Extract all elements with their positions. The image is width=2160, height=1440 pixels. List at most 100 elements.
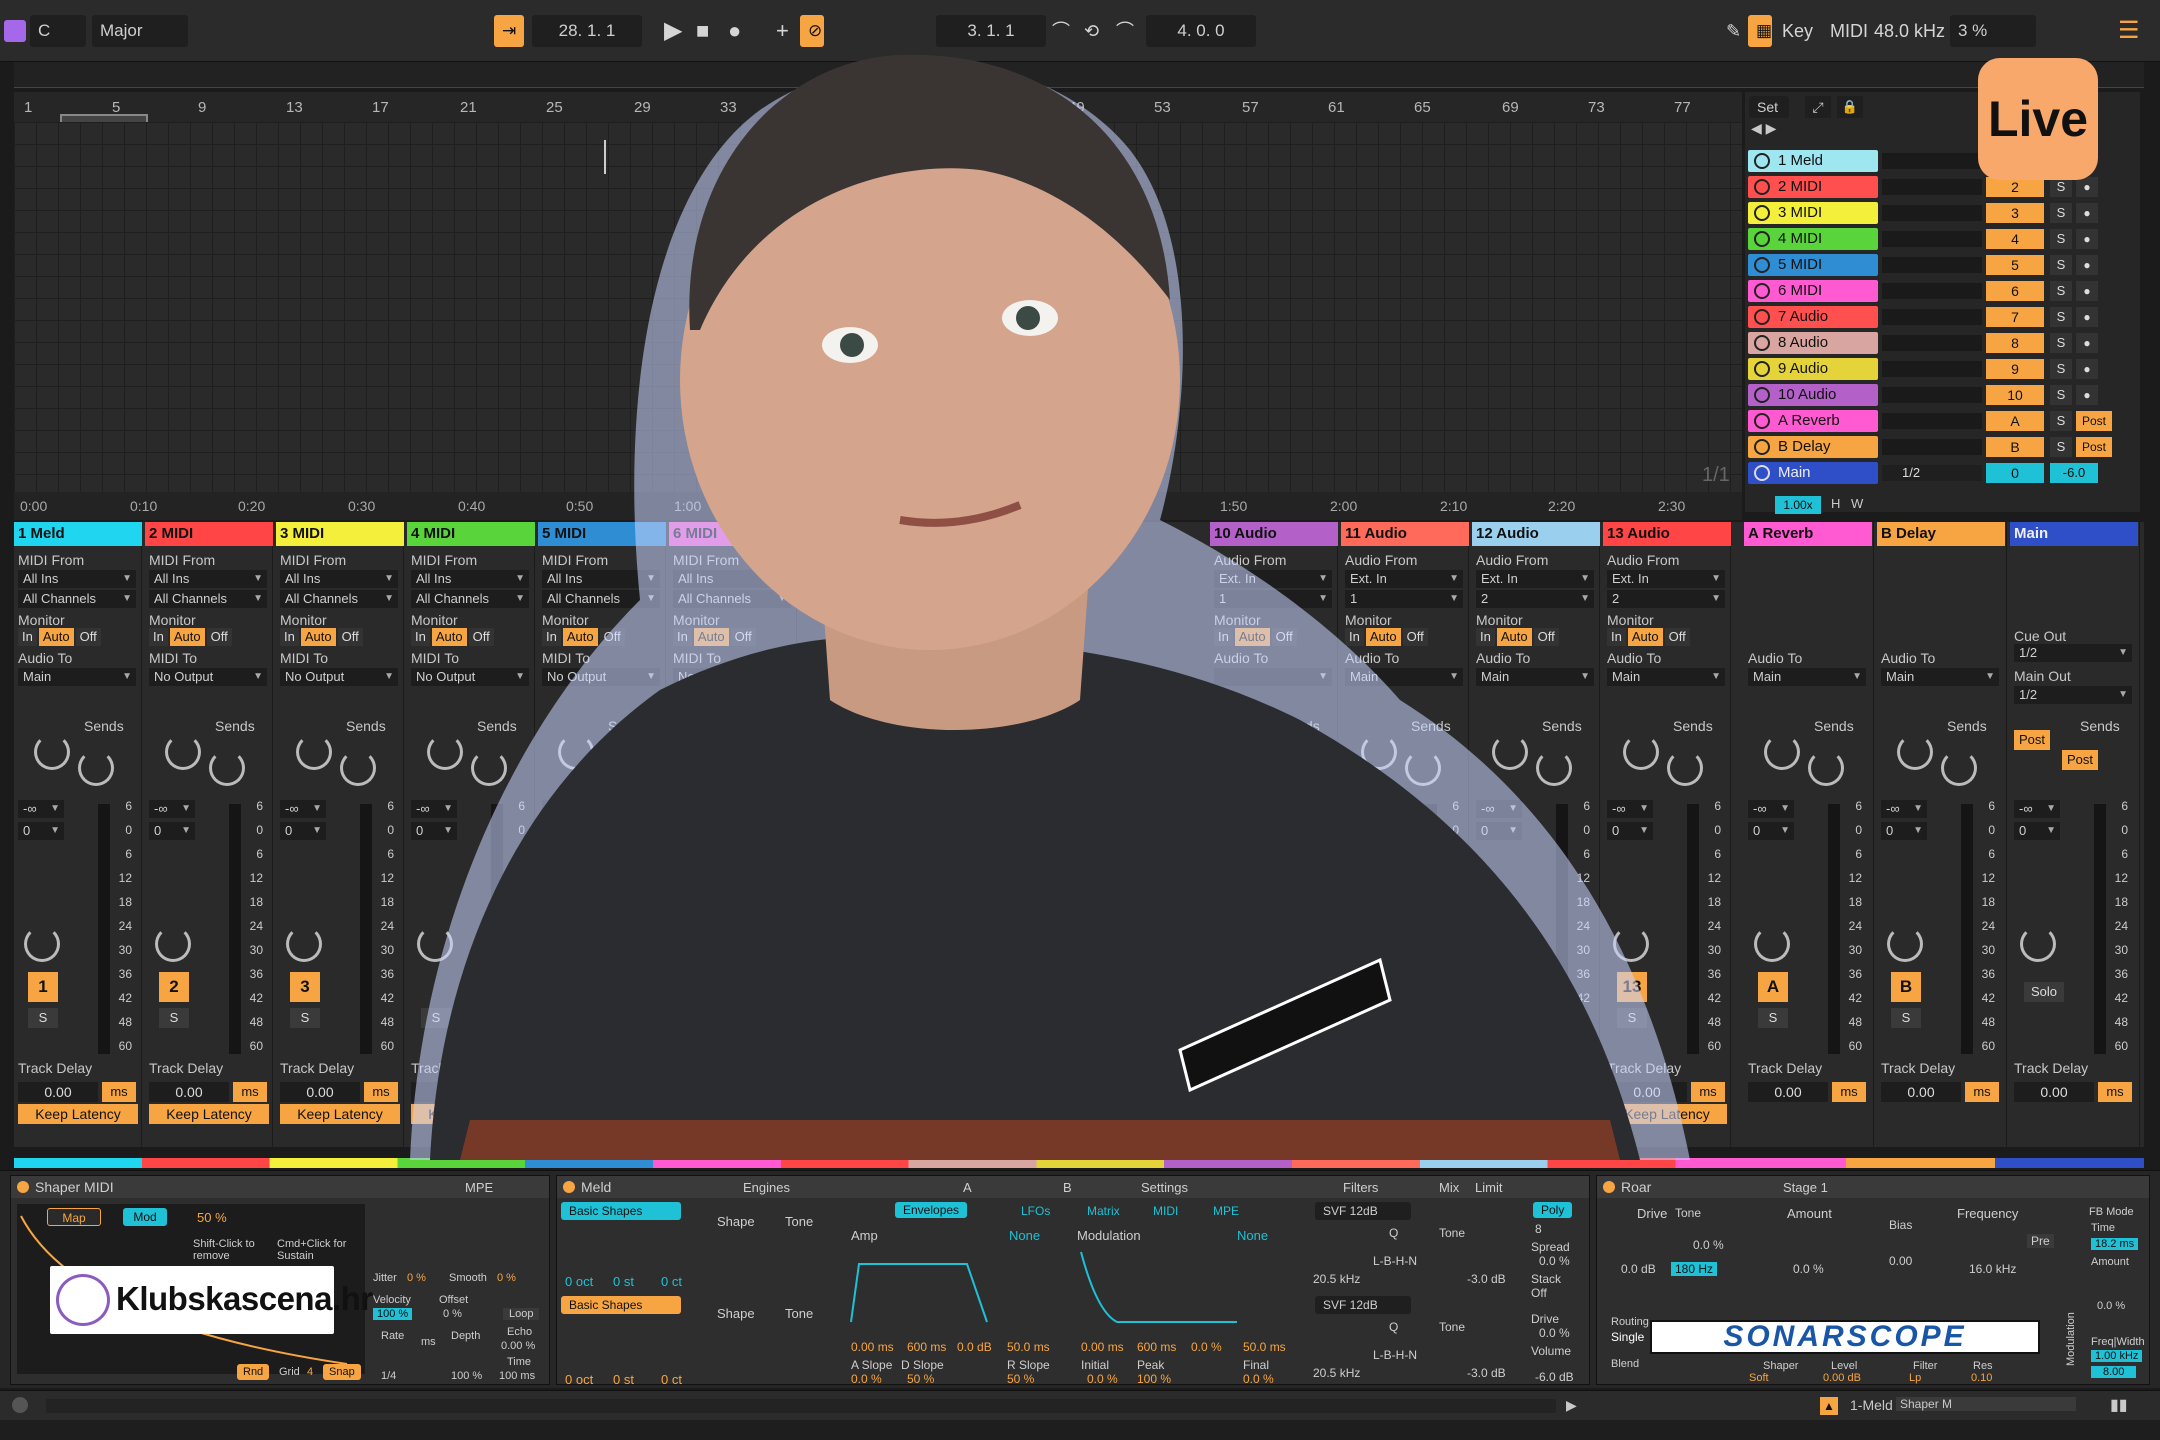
monitor-buttons[interactable]: In Auto Off <box>411 628 496 646</box>
delay-unit-button[interactable]: ms <box>1560 1082 1594 1102</box>
pan-value[interactable]: 0 <box>149 822 195 840</box>
monitor-auto-button[interactable]: Auto <box>1365 628 1401 646</box>
track-activator[interactable]: 3 <box>290 972 320 1002</box>
input-select[interactable]: All Ins <box>542 570 660 588</box>
tab-b[interactable]: B <box>1063 1180 1072 1195</box>
mod-sustain[interactable]: 0.0 % <box>1191 1340 1222 1354</box>
solo-button[interactable]: S <box>1486 1008 1516 1028</box>
play-icon[interactable] <box>1754 439 1770 455</box>
drive-value[interactable]: 0.0 % <box>1539 1326 1570 1340</box>
volume-fader[interactable] <box>229 804 241 1054</box>
pan-knob[interactable] <box>286 926 322 962</box>
track-activator[interactable]: 3 <box>1986 203 2044 223</box>
output-select[interactable]: No Output <box>542 668 660 686</box>
solo-button[interactable]: S <box>1617 1008 1647 1028</box>
play-icon[interactable] <box>1754 309 1770 325</box>
volume-fader[interactable] <box>1687 804 1699 1054</box>
solo-button[interactable]: S <box>2050 255 2072 275</box>
send-b-knob[interactable] <box>1536 750 1572 786</box>
initial-value[interactable]: 0.0 % <box>1087 1372 1118 1386</box>
volume-value[interactable]: -∞ <box>1345 800 1391 818</box>
track-delay-value[interactable]: 0.00 <box>1881 1082 1961 1102</box>
arrangement-grid[interactable] <box>14 122 1742 492</box>
monitor-buttons[interactable]: In Auto Off <box>1607 628 1692 646</box>
tone-value[interactable]: 0.0 % <box>1693 1238 1724 1252</box>
monitor-off-button[interactable]: Off <box>75 628 101 646</box>
jitter-value[interactable]: 0 % <box>407 1272 426 1284</box>
solo-button[interactable]: S <box>1355 1008 1385 1028</box>
output-select[interactable]: No Output <box>411 668 529 686</box>
velocity-value[interactable]: 100 % <box>373 1308 413 1320</box>
monitor-off-button[interactable]: Off <box>599 628 625 646</box>
volume-value[interactable]: -∞ <box>1881 800 1927 818</box>
arm-icon[interactable]: ● <box>2076 333 2098 353</box>
w-button[interactable]: W <box>1851 496 1863 511</box>
input-select[interactable]: All Ins <box>18 570 136 588</box>
solo-button[interactable]: S <box>2050 333 2072 353</box>
send-b-knob[interactable] <box>602 750 638 786</box>
strip-title[interactable]: 11 Audio <box>1341 522 1469 546</box>
send-a-knob[interactable] <box>1897 734 1933 770</box>
frequency-value[interactable]: 16.0 kHz <box>1969 1262 2016 1276</box>
mix-b-db[interactable]: -3.0 dB <box>1467 1366 1506 1380</box>
output-select[interactable]: Main <box>1748 668 1866 686</box>
volume-value[interactable]: -6.0 dB <box>1535 1370 1574 1384</box>
pre-button[interactable]: Pre <box>2027 1234 2054 1248</box>
monitor-in-button[interactable]: In <box>149 628 168 646</box>
bias-value[interactable]: 0.00 <box>1889 1254 1912 1268</box>
keep-latency-button[interactable]: Keep Latency <box>1214 1104 1334 1124</box>
play-icon[interactable] <box>1754 361 1770 377</box>
volume-value[interactable]: -∞ <box>1476 800 1522 818</box>
track-name[interactable]: 5 MIDI <box>1748 254 1878 276</box>
volume-fader[interactable] <box>491 804 503 1054</box>
post-button[interactable]: Post <box>2062 750 2098 770</box>
output-select[interactable]: Main <box>18 668 136 686</box>
track-row[interactable]: 9 Audio 9 S ● <box>1745 358 2140 380</box>
scroll-track[interactable] <box>46 1399 1556 1413</box>
drive-value[interactable]: 0.0 dB <box>1621 1262 1656 1276</box>
delay-unit-button[interactable]: ms <box>495 1082 529 1102</box>
post-button[interactable]: Post <box>2076 437 2112 457</box>
track-delay-value[interactable]: 0.00 <box>1607 1082 1687 1102</box>
device-title[interactable]: Roar <box>1597 1176 2149 1198</box>
track-activator[interactable]: 8 <box>1986 333 2044 353</box>
pan-knob[interactable] <box>1482 926 1518 962</box>
track-delay-value[interactable]: 0.00 <box>1214 1082 1294 1102</box>
pan-knob[interactable] <box>2020 926 2056 962</box>
solo-button[interactable]: S <box>2050 411 2072 431</box>
play-icon[interactable] <box>1754 465 1770 481</box>
keep-latency-button[interactable]: Keep Latency <box>673 1104 793 1124</box>
send-b-knob[interactable] <box>1405 750 1441 786</box>
track-name[interactable]: 8 Audio <box>1748 332 1878 354</box>
monitor-buttons[interactable]: In Auto Off <box>280 628 365 646</box>
output-select[interactable]: No Output <box>673 668 791 686</box>
solo-button[interactable]: S <box>2050 281 2072 301</box>
arm-icon[interactable]: ● <box>2076 307 2098 327</box>
send-b-knob[interactable] <box>1808 750 1844 786</box>
rate-value[interactable]: 1/4 <box>381 1370 396 1382</box>
track-activator[interactable]: A <box>1758 972 1788 1002</box>
track-delay-value[interactable]: 0.00 <box>280 1082 360 1102</box>
keep-latency-button[interactable]: Keep Latency <box>411 1104 531 1124</box>
volume-fader[interactable] <box>2094 804 2106 1054</box>
filter-a-freq[interactable]: 20.5 kHz <box>1313 1272 1360 1286</box>
track-delay-value[interactable]: 0.00 <box>149 1082 229 1102</box>
play-icon[interactable] <box>1754 335 1770 351</box>
voices-select[interactable]: 8 <box>1535 1222 1542 1236</box>
delay-unit-button[interactable]: ms <box>2098 1082 2132 1102</box>
send-a-knob[interactable] <box>1492 734 1528 770</box>
channel-select[interactable]: All Channels <box>280 590 398 608</box>
solo-button[interactable]: S <box>290 1008 320 1028</box>
track-row[interactable]: 4 MIDI 4 S ● <box>1745 228 2140 250</box>
pan-value[interactable]: 0 <box>1748 822 1794 840</box>
volume-value[interactable]: -∞ <box>18 800 64 818</box>
monitor-auto-button[interactable]: Auto <box>38 628 74 646</box>
monitor-in-button[interactable]: In <box>18 628 37 646</box>
track-activator[interactable]: B <box>1986 437 2044 457</box>
amount-value[interactable]: 0.0 % <box>1793 1262 1824 1276</box>
shaper-value[interactable]: Soft <box>1749 1372 1769 1384</box>
nav-arrows-icon[interactable]: ◀ ▶ <box>1751 120 1776 137</box>
solo-button[interactable]: S <box>28 1008 58 1028</box>
track-row[interactable]: A Reverb A S Post <box>1745 410 2140 432</box>
peak-value[interactable]: 100 % <box>1137 1372 1171 1386</box>
